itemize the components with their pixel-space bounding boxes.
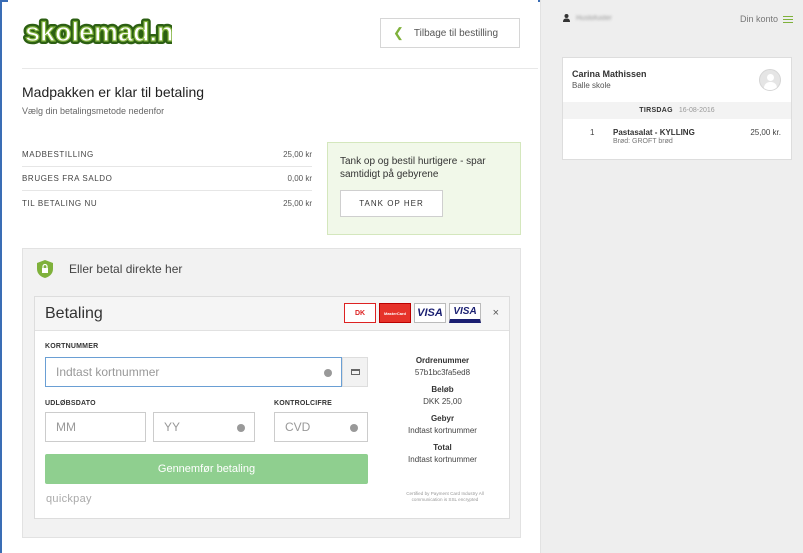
mastercard-logo: MasterCard — [379, 303, 411, 323]
expiry-month-input[interactable]: MM — [45, 412, 146, 442]
main-content: skolemad.nu skolemad.nu ❮ Tilbage til be… — [8, 0, 538, 553]
visa-logo: VISA — [414, 303, 446, 323]
back-to-order-button[interactable]: ❮ Tilbage til bestilling — [380, 18, 520, 48]
cvd-placeholder: CVD — [285, 420, 311, 434]
summary-label: BRUGES FRA SALDO — [22, 174, 113, 183]
amount-key: Beløb — [431, 385, 454, 394]
order-number-key: Ordrenummer — [415, 356, 470, 365]
avatar — [759, 69, 781, 91]
card-number-input[interactable]: Indtast kortnummer — [45, 357, 342, 387]
user-icon — [563, 14, 570, 22]
order-summary: MADBESTILLING 25,00 kr BRUGES FRA SALDO … — [22, 143, 312, 215]
lock-shield-icon — [37, 260, 53, 278]
summary-value: 25,00 kr — [283, 150, 312, 159]
page-title: Madpakken er klar til betaling — [22, 84, 205, 100]
account-label: Din konto — [739, 14, 778, 24]
card-number-label: KORTNUMMER — [45, 343, 99, 350]
item-name: Pastasalat - KYLLING — [613, 128, 695, 137]
total-key: Total — [433, 443, 452, 452]
child-name: Carina Mathissen — [572, 69, 647, 79]
back-button-label: Tilbage til bestilling — [413, 27, 499, 39]
amount-value: DKK 25,00 — [423, 397, 462, 406]
expiry-label: UDLØBSDATO — [45, 400, 96, 407]
expiry-year-input[interactable]: YY — [153, 412, 255, 442]
logo[interactable]: skolemad.nu skolemad.nu — [22, 14, 172, 48]
summary-value: 25,00 kr — [283, 198, 312, 208]
svg-text:skolemad.nu: skolemad.nu — [25, 17, 172, 47]
sidebar: Hustofuster Din konto Carina Mathissen B… — [540, 0, 803, 553]
item-price: 25,00 kr. — [750, 128, 781, 137]
quickpay-logo: quickpay — [46, 493, 92, 505]
topup-box: Tank op og bestil hurtigere - spar samti… — [327, 142, 521, 235]
topup-text: Tank op og bestil hurtigere - spar samti… — [340, 156, 486, 180]
visa-electron-logo: VISA — [449, 303, 481, 323]
logo-graphic: skolemad.nu skolemad.nu — [22, 14, 172, 48]
weekday: TIRSDAG — [639, 107, 673, 114]
username: Hustofuster — [576, 14, 612, 22]
user-info: Hustofuster — [563, 14, 612, 22]
dankort-logo: DK — [344, 303, 376, 323]
status-icon — [324, 369, 332, 377]
payment-header: Betaling DK MasterCard VISA VISA × — [35, 297, 509, 331]
card-logos: DK MasterCard VISA VISA — [344, 303, 481, 323]
fee-key: Gebyr — [430, 414, 455, 423]
order-number-value: 57b1bc3fa5ed8 — [414, 368, 471, 377]
order-date: 16-08-2016 — [678, 107, 715, 114]
summary-row: BRUGES FRA SALDO 0,00 kr — [22, 167, 312, 191]
summary-label: MADBESTILLING — [22, 150, 94, 159]
order-day: TIRSDAG 16-08-2016 — [563, 102, 791, 119]
fee-value: Indtast kortnummer — [408, 426, 477, 435]
summary-label: TIL BETALING NU — [22, 198, 98, 208]
summary-value: 0,00 kr — [287, 174, 312, 183]
direct-payment-title: Eller betal direkte her — [69, 262, 183, 276]
payment-title: Betaling — [45, 304, 103, 322]
account-menu-button[interactable]: Din konto — [740, 14, 793, 24]
summary-row: TIL BETALING NU 25,00 kr — [22, 191, 312, 215]
item-quantity: 1 — [590, 128, 595, 137]
item-subtitle: Brød: GROFT brød — [613, 138, 673, 145]
chevron-left-icon: ❮ — [393, 25, 404, 40]
total-value: Indtast kortnummer — [408, 455, 477, 464]
order-card: Carina Mathissen Balle skole TIRSDAG 16-… — [562, 57, 792, 160]
header-divider — [22, 68, 538, 69]
direct-payment-header: Eller betal direkte her — [35, 259, 182, 279]
page-subtitle: Vælg din betalingsmetode nedenfor — [22, 106, 165, 116]
close-icon[interactable]: × — [493, 307, 499, 319]
certification-note: Certified by Payment Card Industry All c… — [406, 491, 484, 502]
year-placeholder: YY — [164, 420, 181, 434]
status-icon — [350, 424, 358, 432]
cvd-label: KONTROLCIFRE — [274, 400, 333, 407]
month-placeholder: MM — [56, 420, 76, 434]
summary-row: MADBESTILLING 25,00 kr — [22, 143, 312, 167]
cvd-input[interactable]: CVD — [274, 412, 368, 442]
status-icon — [237, 424, 245, 432]
order-info: Ordrenummer 57b1bc3fa5ed8 Beløb DKK 25,0… — [385, 352, 500, 464]
payment-form: Betaling DK MasterCard VISA VISA × KORTN… — [34, 296, 510, 519]
school-name: Balle skole — [572, 81, 611, 90]
card-number-placeholder: Indtast kortnummer — [56, 365, 160, 379]
hamburger-menu-icon — [783, 15, 793, 23]
submit-payment-button[interactable]: Gennemfør betaling — [45, 454, 368, 484]
topup-button[interactable]: TANK OP HER — [340, 190, 443, 217]
direct-payment-panel: Eller betal direkte her Betaling DK Mast… — [22, 248, 521, 538]
credit-card-icon — [342, 357, 368, 387]
